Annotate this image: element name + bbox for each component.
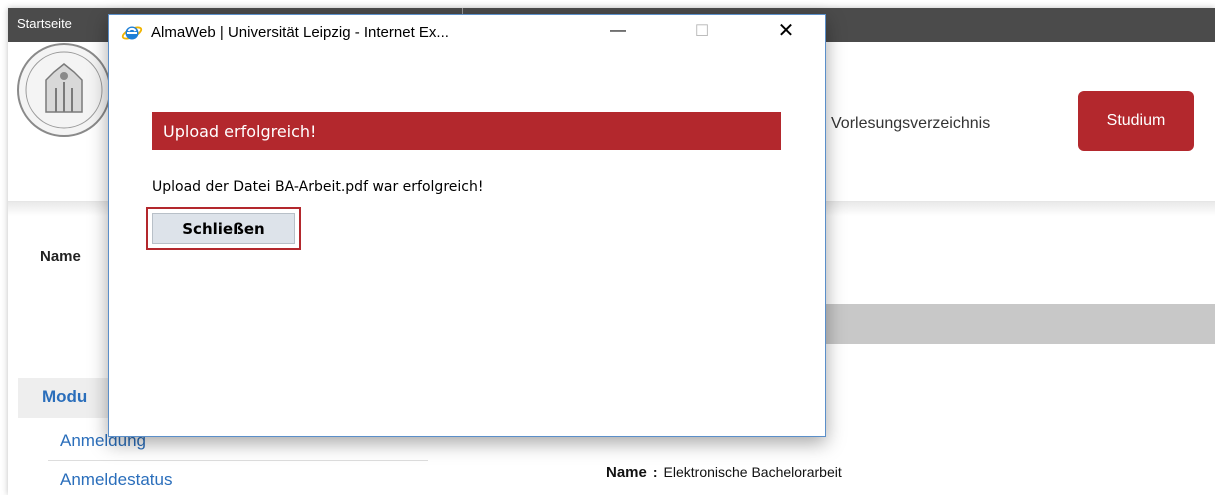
nav-studium[interactable]: Studium: [1078, 91, 1194, 151]
detail-name-label: Name: [606, 464, 647, 481]
internet-explorer-icon: [121, 26, 143, 40]
popup-titlebar[interactable]: AlmaWeb | Universität Leipzig - Internet…: [109, 15, 825, 46]
name-label: Name: [40, 248, 81, 265]
detail-separator: :: [652, 464, 658, 480]
startseite-link[interactable]: Startseite: [17, 16, 72, 31]
popup-title: AlmaWeb | Universität Leipzig - Internet…: [151, 24, 449, 41]
detail-name-row: Name : Elektronische Bachelorarbeit: [606, 464, 842, 481]
upload-message: Upload der Datei BA-Arbeit.pdf war erfol…: [152, 179, 484, 195]
nav-vorlesungsverzeichnis[interactable]: Vorlesungsverzeichnis: [831, 115, 990, 133]
success-banner: Upload erfolgreich!: [152, 112, 781, 150]
close-window-button[interactable]: ✕: [763, 15, 809, 46]
close-button-highlight: Schließen: [146, 207, 301, 250]
university-seal-icon[interactable]: [16, 42, 112, 138]
detail-name-value: Elektronische Bachelorarbeit: [663, 464, 842, 480]
sidebar-item-anmeldestatus[interactable]: Anmeldestatus: [60, 470, 172, 490]
sidebar-divider: [48, 460, 428, 461]
popup-window: AlmaWeb | Universität Leipzig - Internet…: [108, 14, 826, 437]
schliessen-button[interactable]: Schließen: [152, 213, 295, 244]
maximize-button[interactable]: ☐: [679, 15, 725, 46]
minimize-button[interactable]: —: [595, 15, 641, 46]
